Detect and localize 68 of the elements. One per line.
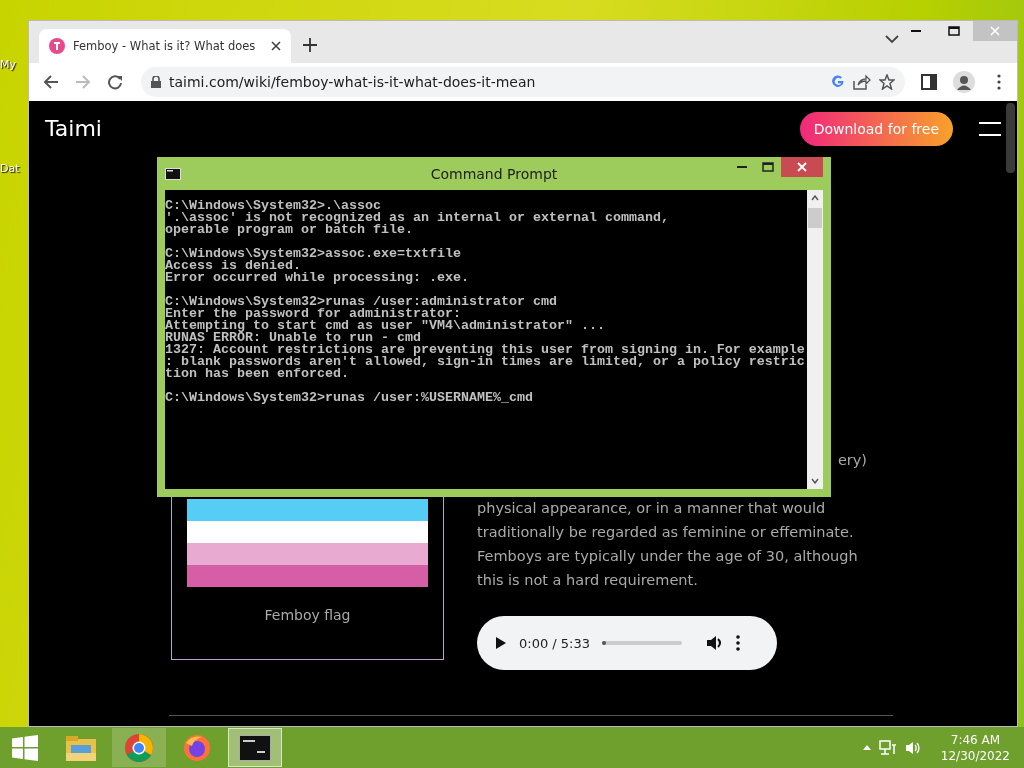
star-icon[interactable] (879, 74, 895, 90)
seek-bar[interactable] (602, 641, 683, 645)
console-line: C:\Windows\System32>runas /user:%USERNAME%_cmd (165, 392, 533, 404)
close-icon (990, 26, 1000, 36)
chrome-icon (124, 732, 154, 763)
maximize-icon (948, 26, 960, 36)
console-line: '.\assoc' is not recognized as an internal or external command, (165, 212, 669, 224)
console-line: Attempting to start cmd as user "VM4\administrator" ... (165, 320, 605, 332)
chevron-down-icon[interactable] (811, 478, 819, 484)
reload-icon (107, 74, 123, 90)
article-text-line: traditionally be regarded as feminine or effeminate. (477, 523, 855, 542)
console-line: C:\Windows\System32>assoc.exe=txtfile (165, 248, 461, 260)
menu-icon[interactable] (979, 121, 1001, 136)
profile-icon[interactable] (953, 71, 975, 93)
console-line: Access is denied. (165, 260, 301, 272)
console-icon (239, 734, 271, 761)
window-title: Command Prompt (429, 165, 559, 182)
share-icon[interactable] (853, 74, 871, 90)
google-icon[interactable] (831, 75, 845, 89)
play-icon[interactable] (495, 636, 507, 650)
scrollbar-thumb[interactable] (808, 208, 822, 228)
lock-icon (151, 76, 161, 88)
console-line: tion has been enforced. (165, 368, 349, 380)
close-icon (797, 162, 807, 172)
console-line: Error occurred while processing: .exe. (165, 272, 469, 284)
article-text-line: Femboys are typically under the age of 30, although (477, 547, 859, 566)
download-button[interactable]: Download for free (799, 111, 953, 146)
console-line: : blank passwords aren't allowed, sign-in times are limited, or a policy restric (165, 356, 805, 368)
article-text-line: physical appearance, or in a manner that would (477, 499, 827, 518)
playback-time: 0:00 / 5:33 (519, 635, 591, 651)
article-text-line: this is not a hard requirement. (477, 571, 699, 590)
site-icon (49, 38, 65, 54)
minimize-icon (911, 29, 921, 33)
back-arrow-icon (43, 74, 59, 90)
chevron-up-icon[interactable] (811, 195, 819, 201)
caret-up-icon[interactable] (862, 745, 871, 750)
new-tab-icon[interactable] (303, 38, 317, 52)
console-line: 1327: Account restrictions are preventing this user from signing in. For example (165, 344, 805, 356)
clock-date[interactable]: 12/30/2022 (940, 747, 1010, 764)
clock-time[interactable]: 7:46 AM (950, 731, 1001, 748)
desktop-icon-label[interactable]: My (0, 58, 28, 71)
taskbar-app-button[interactable] (228, 728, 282, 767)
scrollbar[interactable] (807, 190, 823, 489)
chevron-down-icon[interactable] (885, 35, 899, 44)
close-button[interactable] (781, 157, 823, 177)
browser-tab[interactable]: Femboy - What is it? What does (39, 29, 291, 63)
windows-logo-icon (12, 734, 38, 761)
more-icon[interactable] (736, 635, 741, 651)
more-icon[interactable] (997, 74, 1001, 90)
minimize-icon (737, 165, 747, 169)
site-logo[interactable]: Taimi (45, 116, 774, 141)
network-icon[interactable] (878, 739, 897, 756)
console-line: Enter the password for administrator: (165, 308, 461, 320)
scrollbar[interactable] (1006, 103, 1015, 173)
side-panel-icon[interactable] (921, 74, 937, 90)
firefox-icon (182, 732, 212, 763)
maximize-icon (762, 162, 774, 172)
address-bar[interactable]: taimi.com/wiki/femboy-what-is-it-what-does-it-mean (141, 67, 905, 97)
console-line: RUNAS ERROR: Unable to run - cmd (165, 332, 421, 344)
article-text-line: ery) (837, 451, 867, 470)
figure-caption: Femboy flag (264, 607, 351, 623)
console-icon (165, 167, 181, 180)
close-icon[interactable] (271, 41, 281, 51)
console-line: C:\Windows\System32>runas /user:administrator cmd (165, 296, 557, 308)
desktop-icon-label[interactable]: Dat (0, 162, 28, 175)
forward-arrow-icon (75, 74, 91, 90)
console-line: operable program or batch file. (165, 224, 413, 236)
console-line: C:\Windows\System32>.\assoc (165, 200, 381, 212)
